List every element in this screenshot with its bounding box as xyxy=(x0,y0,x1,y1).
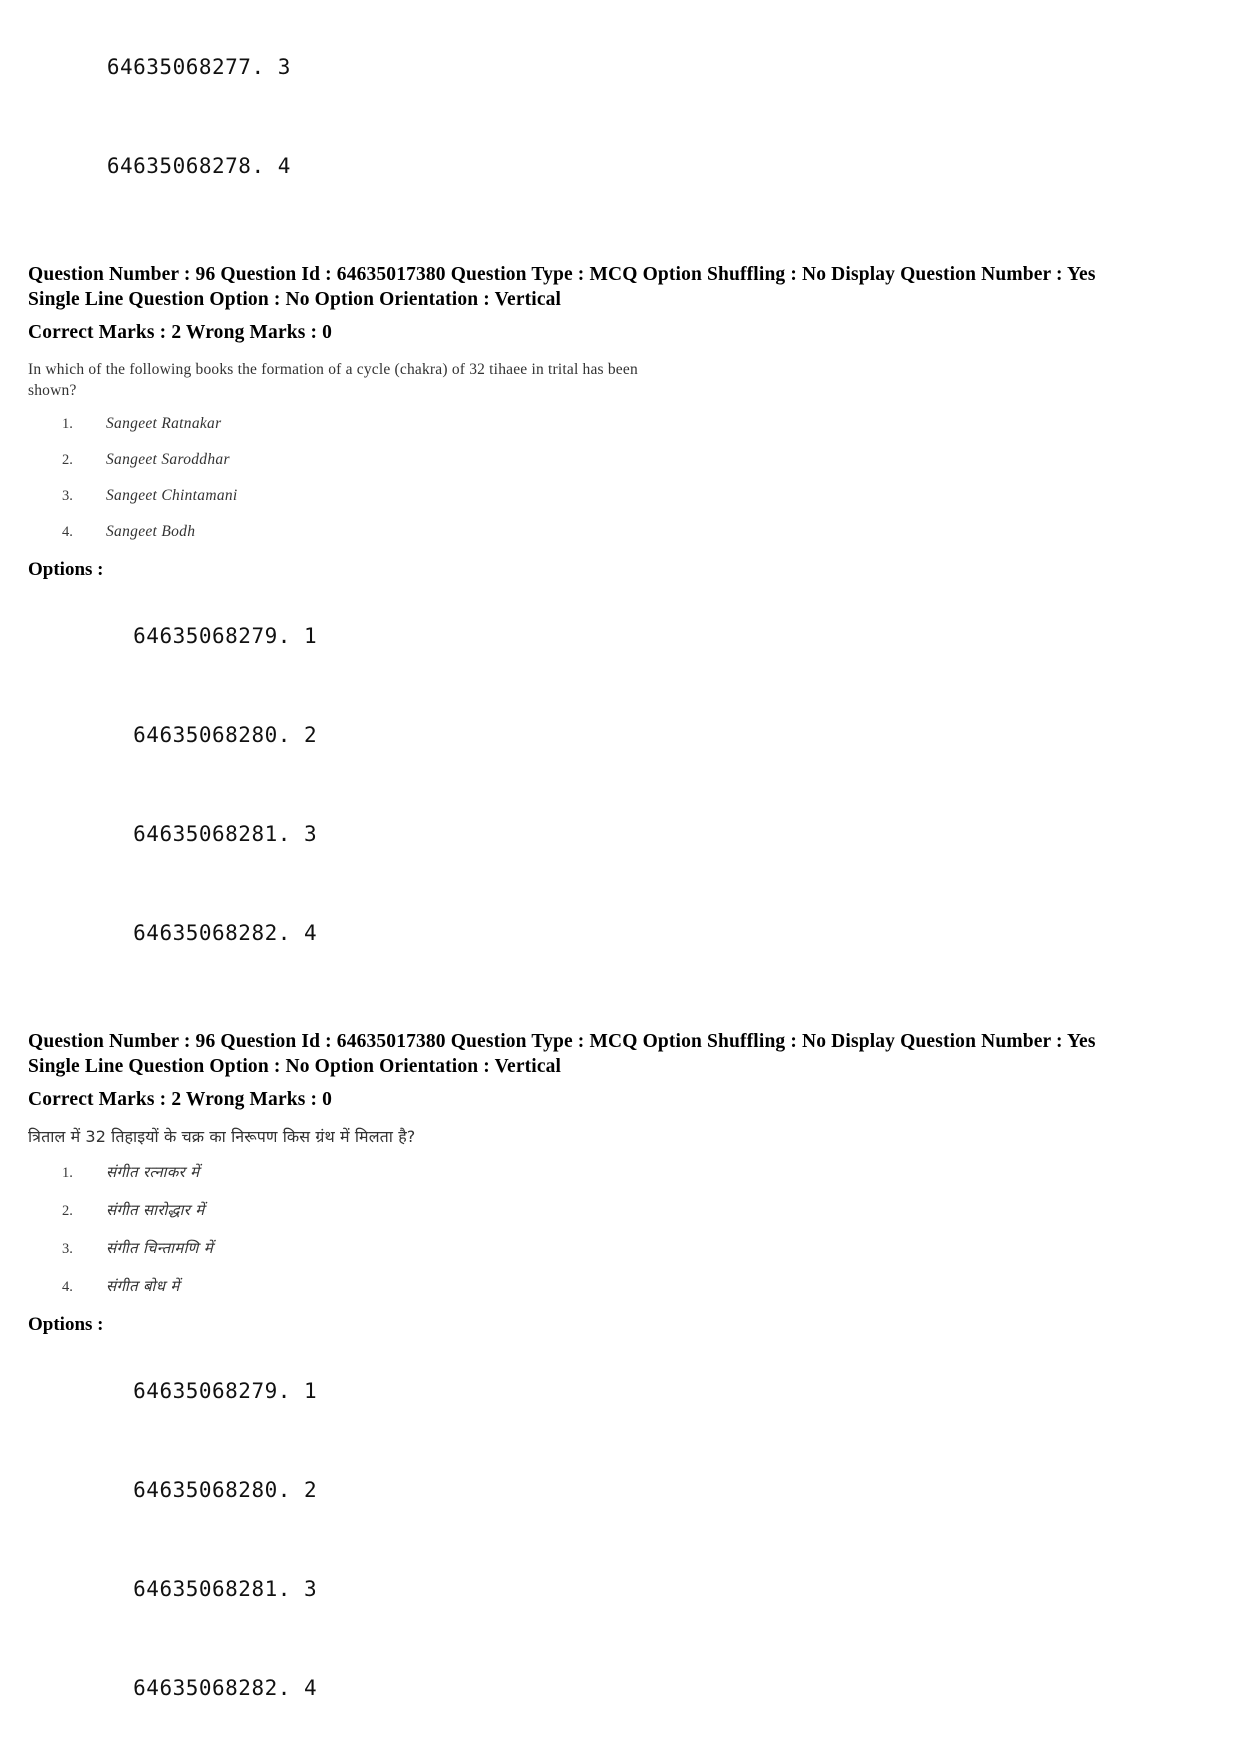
question-marks-line: Correct Marks : 2 Wrong Marks : 0 xyxy=(28,322,333,343)
choice-list: 1. Sangeet Ratnakar 2. Sangeet Saroddhar… xyxy=(62,415,1212,541)
choice-item[interactable]: 2. Sangeet Saroddhar xyxy=(62,451,1212,469)
option-id-number: 64635068278 xyxy=(106,154,252,178)
option-id-separator: . xyxy=(277,822,305,846)
option-id-number: 64635068279 xyxy=(133,1379,278,1403)
question-meta: Question Number : 96 Question Id : 64635… xyxy=(28,1029,1212,1112)
option-id-index: 2 xyxy=(304,1478,318,1502)
option-id-separator: . xyxy=(277,1676,305,1700)
option-id-number: 64635068280 xyxy=(133,723,278,747)
option-id-index: 4 xyxy=(304,1676,318,1700)
carryover-option-ids: 64635068277. 3 64635068278. 4 xyxy=(28,0,1212,216)
option-id-line: 64635068281. 3 xyxy=(28,1540,1212,1639)
choice-ordinal: 2. xyxy=(62,452,73,468)
option-id-index: 3 xyxy=(277,55,291,79)
choice-item[interactable]: 1. Sangeet Ratnakar xyxy=(62,415,1212,433)
option-id-line: 64635068278. 4 xyxy=(28,117,1212,216)
choice-text: संगीत चिन्तामणि में xyxy=(106,1239,213,1257)
question-meta: Question Number : 96 Question Id : 64635… xyxy=(28,262,1212,345)
option-id-separator: . xyxy=(277,1577,305,1601)
choice-item[interactable]: 4. Sangeet Bodh xyxy=(62,523,1212,541)
option-id-number: 64635068277 xyxy=(106,55,252,79)
question-marks-line: Correct Marks : 2 Wrong Marks : 0 xyxy=(28,1089,333,1110)
option-id-line: 64635068279. 1 xyxy=(28,587,1212,686)
choice-text: Sangeet Ratnakar xyxy=(106,415,222,432)
option-id-line: 64635068280. 2 xyxy=(28,686,1212,785)
option-id-line: 64635068277. 3 xyxy=(28,18,1212,117)
option-id-list: 64635068279. 1 64635068280. 2 6463506828… xyxy=(28,587,1212,983)
option-id-separator: . xyxy=(251,154,278,178)
option-id-line: 64635068280. 2 xyxy=(28,1441,1212,1540)
choice-ordinal: 2. xyxy=(62,1203,73,1219)
choice-text: Sangeet Bodh xyxy=(106,523,196,540)
question-block-96-hindi: Question Number : 96 Question Id : 64635… xyxy=(28,1029,1212,1738)
option-id-line: 64635068282. 4 xyxy=(28,884,1212,983)
option-id-index: 3 xyxy=(304,822,318,846)
option-id-separator: . xyxy=(251,55,278,79)
option-id-separator: . xyxy=(277,1478,305,1502)
option-id-separator: . xyxy=(277,921,305,945)
choice-list: 1. संगीत रत्नाकर में 2. संगीत सारोद्धार … xyxy=(62,1162,1212,1296)
option-id-index: 1 xyxy=(304,624,318,648)
question-meta-line-2: Single Line Question Option : No Option … xyxy=(28,1056,562,1077)
options-label: Options : xyxy=(28,1314,104,1335)
question-meta-line-2: Single Line Question Option : No Option … xyxy=(28,289,562,310)
choice-text: Sangeet Chintamani xyxy=(106,487,238,504)
choice-text: संगीत सारोद्धार में xyxy=(106,1201,205,1219)
question-stem: त्रिताल में 32 तिहाइयों के चक्र का निरूप… xyxy=(28,1127,416,1146)
option-id-index: 1 xyxy=(304,1379,318,1403)
choice-ordinal: 3. xyxy=(62,1241,73,1257)
option-id-list: 64635068279. 1 64635068280. 2 6463506828… xyxy=(28,1342,1212,1738)
choice-ordinal: 1. xyxy=(62,1165,73,1181)
choice-text: Sangeet Saroddhar xyxy=(106,451,230,468)
choice-ordinal: 4. xyxy=(62,1279,73,1295)
option-id-line: 64635068282. 4 xyxy=(28,1639,1212,1738)
choice-item[interactable]: 3. संगीत चिन्तामणि में xyxy=(62,1238,1212,1258)
option-id-line: 64635068281. 3 xyxy=(28,785,1212,884)
choice-item[interactable]: 1. संगीत रत्नाकर में xyxy=(62,1162,1212,1182)
option-id-number: 64635068281 xyxy=(133,1577,278,1601)
question-meta-line-1: Question Number : 96 Question Id : 64635… xyxy=(28,264,1096,285)
page: 64635068277. 3 64635068278. 4 Question N… xyxy=(0,0,1240,1754)
choice-ordinal: 3. xyxy=(62,488,73,504)
option-id-line: 64635068279. 1 xyxy=(28,1342,1212,1441)
option-id-number: 64635068279 xyxy=(133,624,278,648)
option-id-separator: . xyxy=(277,1379,305,1403)
option-id-number: 64635068282 xyxy=(133,921,278,945)
option-id-number: 64635068280 xyxy=(133,1478,278,1502)
option-id-index: 3 xyxy=(304,1577,318,1601)
option-id-separator: . xyxy=(277,624,305,648)
question-block-96-english: Question Number : 96 Question Id : 64635… xyxy=(28,262,1212,983)
choice-ordinal: 1. xyxy=(62,416,73,432)
option-id-separator: . xyxy=(277,723,305,747)
question-meta-line-1: Question Number : 96 Question Id : 64635… xyxy=(28,1031,1096,1052)
option-id-index: 4 xyxy=(304,921,318,945)
option-id-index: 2 xyxy=(304,723,318,747)
choice-ordinal: 4. xyxy=(62,524,73,540)
options-label: Options : xyxy=(28,559,104,580)
question-stem: In which of the following books the form… xyxy=(28,361,638,399)
question-body-scan: In which of the following books the form… xyxy=(28,359,1212,541)
choice-item[interactable]: 3. Sangeet Chintamani xyxy=(62,487,1212,505)
option-id-number: 64635068281 xyxy=(133,822,278,846)
option-id-index: 4 xyxy=(277,154,291,178)
choice-item[interactable]: 4. संगीत बोध में xyxy=(62,1276,1212,1296)
question-body-scan: त्रिताल में 32 तिहाइयों के चक्र का निरूप… xyxy=(28,1126,1212,1296)
choice-item[interactable]: 2. संगीत सारोद्धार में xyxy=(62,1200,1212,1220)
choice-text: संगीत रत्नाकर में xyxy=(106,1163,200,1181)
option-id-number: 64635068282 xyxy=(133,1676,278,1700)
choice-text: संगीत बोध में xyxy=(106,1277,180,1295)
